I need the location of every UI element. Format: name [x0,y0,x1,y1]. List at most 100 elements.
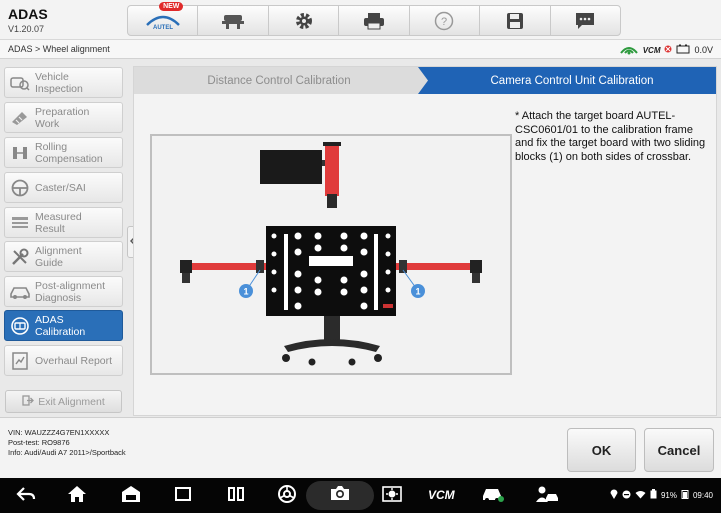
battery-indicator-icon [681,489,689,501]
car-icon [481,485,505,508]
ok-button[interactable]: OK [567,428,636,472]
footer: VIN: WAUZZZ4G7EN1XXXXX Post-test: RO9876… [0,417,721,478]
system-nav-bar: VCM 91% 09:40 [0,478,721,513]
callout-badge-right: 1 [411,284,425,298]
sidebar-item-label: Rolling Compensation [35,140,103,165]
sidebar-item-label: Measured Result [35,210,82,235]
garage-icon [121,485,141,508]
result-list-icon [5,216,35,230]
tab-bar: Distance Control Calibration Camera Cont… [134,67,716,94]
home-button[interactable]: AUTEL NEW [128,2,199,35]
sidebar-item-alignment-guide[interactable]: Alignment Guide [4,241,123,272]
sidebar-item-post-alignment-diagnosis[interactable]: Post-alignment Diagnosis [4,276,123,307]
vehicle-info: VIN: WAUZZZ4G7EN1XXXXX Post-test: RO9876… [8,428,126,458]
calibration-frame-figure: 1 1 [150,134,512,375]
svg-text:AUTEL: AUTEL [153,25,173,31]
cancel-button[interactable]: Cancel [644,428,714,472]
back-button[interactable] [15,485,37,507]
car-diagnosis-icon [5,284,35,300]
home-nav-button[interactable] [66,485,88,507]
sidebar-item-measured-result[interactable]: Measured Result [4,207,123,238]
vehicle-lift-button[interactable] [198,6,269,35]
save-button[interactable] [480,6,551,35]
user-car-icon [535,485,559,508]
help-button[interactable]: ? [410,6,481,35]
brightness-button[interactable] [381,485,403,507]
preparation-icon [5,110,35,126]
clock-time: 09:40 [692,490,713,500]
sidebar-item-overhaul-report[interactable]: Overhaul Report [4,345,123,376]
user-vehicle-button[interactable] [536,485,558,507]
top-bar: ADAS V1.20.07 AUTEL NEW ? [0,0,721,40]
vehicle-button[interactable] [482,485,504,507]
vcm-disconnected-icon [664,45,672,55]
window-icon [174,486,192,507]
vcm-nav-label[interactable]: VCM [428,488,455,502]
vehicle-inspection-icon [5,75,35,91]
wifi-icon [635,490,646,501]
browser-icon [277,484,297,509]
garage-button[interactable] [120,485,142,507]
callout-badge-left: 1 [239,284,253,298]
exit-icon [22,394,35,409]
svg-text:?: ? [441,16,447,28]
sidebar-item-label: ADAS Calibration [35,313,86,338]
voltage-value: 0.0V [694,45,713,55]
tools-icon [5,248,35,266]
vehicle-lift-icon [220,12,246,30]
tab-distance-control-calibration[interactable]: Distance Control Calibration [134,67,424,94]
window-button[interactable] [172,485,194,507]
tab-camera-control-unit-calibration[interactable]: Camera Control Unit Calibration [418,67,716,94]
camera-mount-icon [260,150,322,184]
sidebar-item-label: Caster/SAI [35,181,86,194]
brightness-icon [381,485,403,508]
instruction-text: * Attach the target board AUTEL-CSC0601/… [515,110,706,163]
print-button[interactable] [339,6,410,35]
svg-text:1: 1 [243,287,248,297]
vcm-label: VCM [642,45,661,55]
sidebar-item-label: Overhaul Report [35,354,113,367]
recent-apps-button[interactable] [225,485,247,507]
screenshot-button[interactable] [306,481,374,510]
back-icon [16,486,36,507]
save-icon [506,12,524,30]
app-version: V1.20.07 [8,24,45,34]
vehicle-info-text: Info: Audi/Audi A7 2011>/Sportback [8,448,126,457]
sidebar-item-caster-sai[interactable]: Caster/SAI [4,172,123,203]
home-icon [67,485,87,508]
battery-percent: 91% [660,490,677,500]
steering-wheel-icon [5,179,35,197]
connection-status: VCM 0.0V [619,43,713,57]
app-title: ADAS [8,6,48,22]
rolling-icon [5,145,35,161]
vin-text: VIN: WAUZZZ4G7EN1XXXXX [8,428,110,437]
main-panel: Distance Control Calibration Camera Cont… [133,66,717,416]
report-icon [5,351,35,370]
exit-alignment-button[interactable]: Exit Alignment [5,390,122,413]
system-status: 91% 09:40 [610,489,713,501]
help-icon: ? [434,11,454,31]
sidebar-item-label: Alignment Guide [35,244,82,269]
chat-button[interactable] [551,6,620,35]
do-not-disturb-icon [622,490,631,501]
sidebar-item-label: Preparation Work [35,105,90,130]
sidebar-item-adas-calibration[interactable]: ADAS Calibration [4,310,123,341]
sidebar-item-label: Post-alignment Diagnosis [35,279,106,304]
sidebar-item-rolling-compensation[interactable]: Rolling Compensation [4,137,123,168]
sidebar-item-preparation-work[interactable]: Preparation Work [4,102,123,133]
connection-icon [619,43,639,57]
gear-icon [294,11,314,31]
printer-icon [363,12,385,30]
settings-button[interactable] [269,6,340,35]
exit-alignment-label: Exit Alignment [38,395,105,408]
breadcrumb: ADAS > Wheel alignment [8,44,110,54]
sidebar-item-vehicle-inspection[interactable]: Vehicle Inspection [4,67,123,98]
sidebar: Vehicle Inspection Preparation Work Roll… [0,59,130,417]
battery-icon [676,44,690,56]
browser-button[interactable] [276,484,298,509]
location-icon [610,489,618,501]
post-test-text: Post-test: RO9876 [8,438,70,447]
adas-icon [5,316,35,335]
recent-apps-icon [227,486,245,507]
sidebar-item-label: Vehicle Inspection [35,70,83,95]
